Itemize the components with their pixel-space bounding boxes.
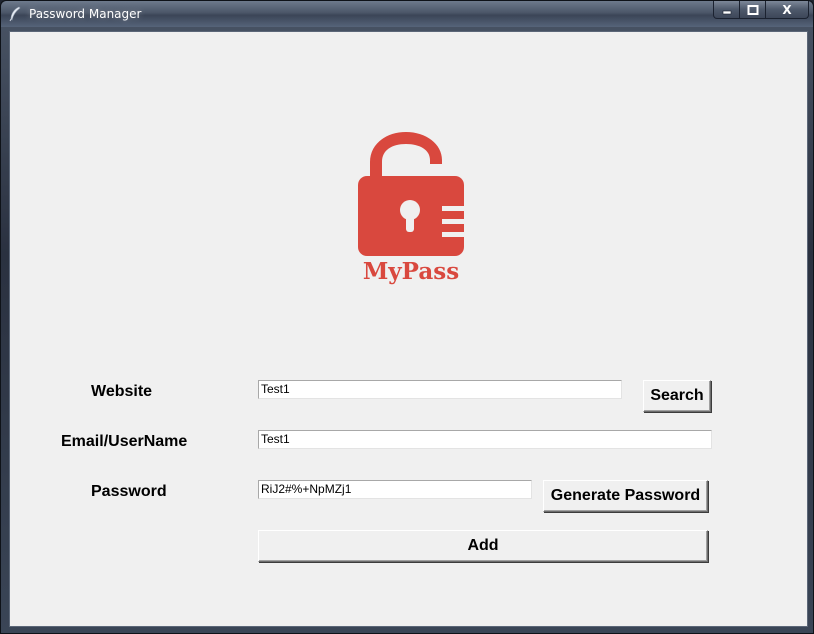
search-button[interactable]: Search (643, 380, 711, 412)
padlock-icon (358, 132, 466, 256)
password-input[interactable]: RiJ2#%+NpMZj1 (258, 480, 532, 499)
minimize-button[interactable] (713, 1, 740, 19)
email-label: Email/UserName (61, 433, 188, 450)
maximize-button[interactable] (740, 1, 766, 19)
password-label: Password (91, 483, 167, 500)
minimize-icon (722, 10, 731, 14)
title-bar[interactable]: Password Manager X (1, 1, 813, 27)
feather-icon (9, 6, 21, 22)
close-icon: X (782, 2, 792, 17)
add-button[interactable]: Add (258, 530, 708, 562)
window-title: Password Manager (29, 7, 142, 21)
window-controls: X (713, 1, 809, 20)
logo-text: MyPass (363, 258, 459, 285)
close-button[interactable]: X (766, 1, 809, 19)
app-window: Password Manager X MyPass Website Test1 … (0, 0, 814, 634)
mypass-logo: MyPass (358, 132, 466, 285)
email-input[interactable]: Test1 (258, 430, 712, 449)
maximize-icon (747, 4, 758, 15)
website-label: Website (91, 383, 153, 400)
generate-password-button[interactable]: Generate Password (543, 480, 708, 512)
website-input[interactable]: Test1 (258, 380, 622, 399)
app-canvas: MyPass Website Test1 Search Email/UserNa… (9, 31, 808, 627)
